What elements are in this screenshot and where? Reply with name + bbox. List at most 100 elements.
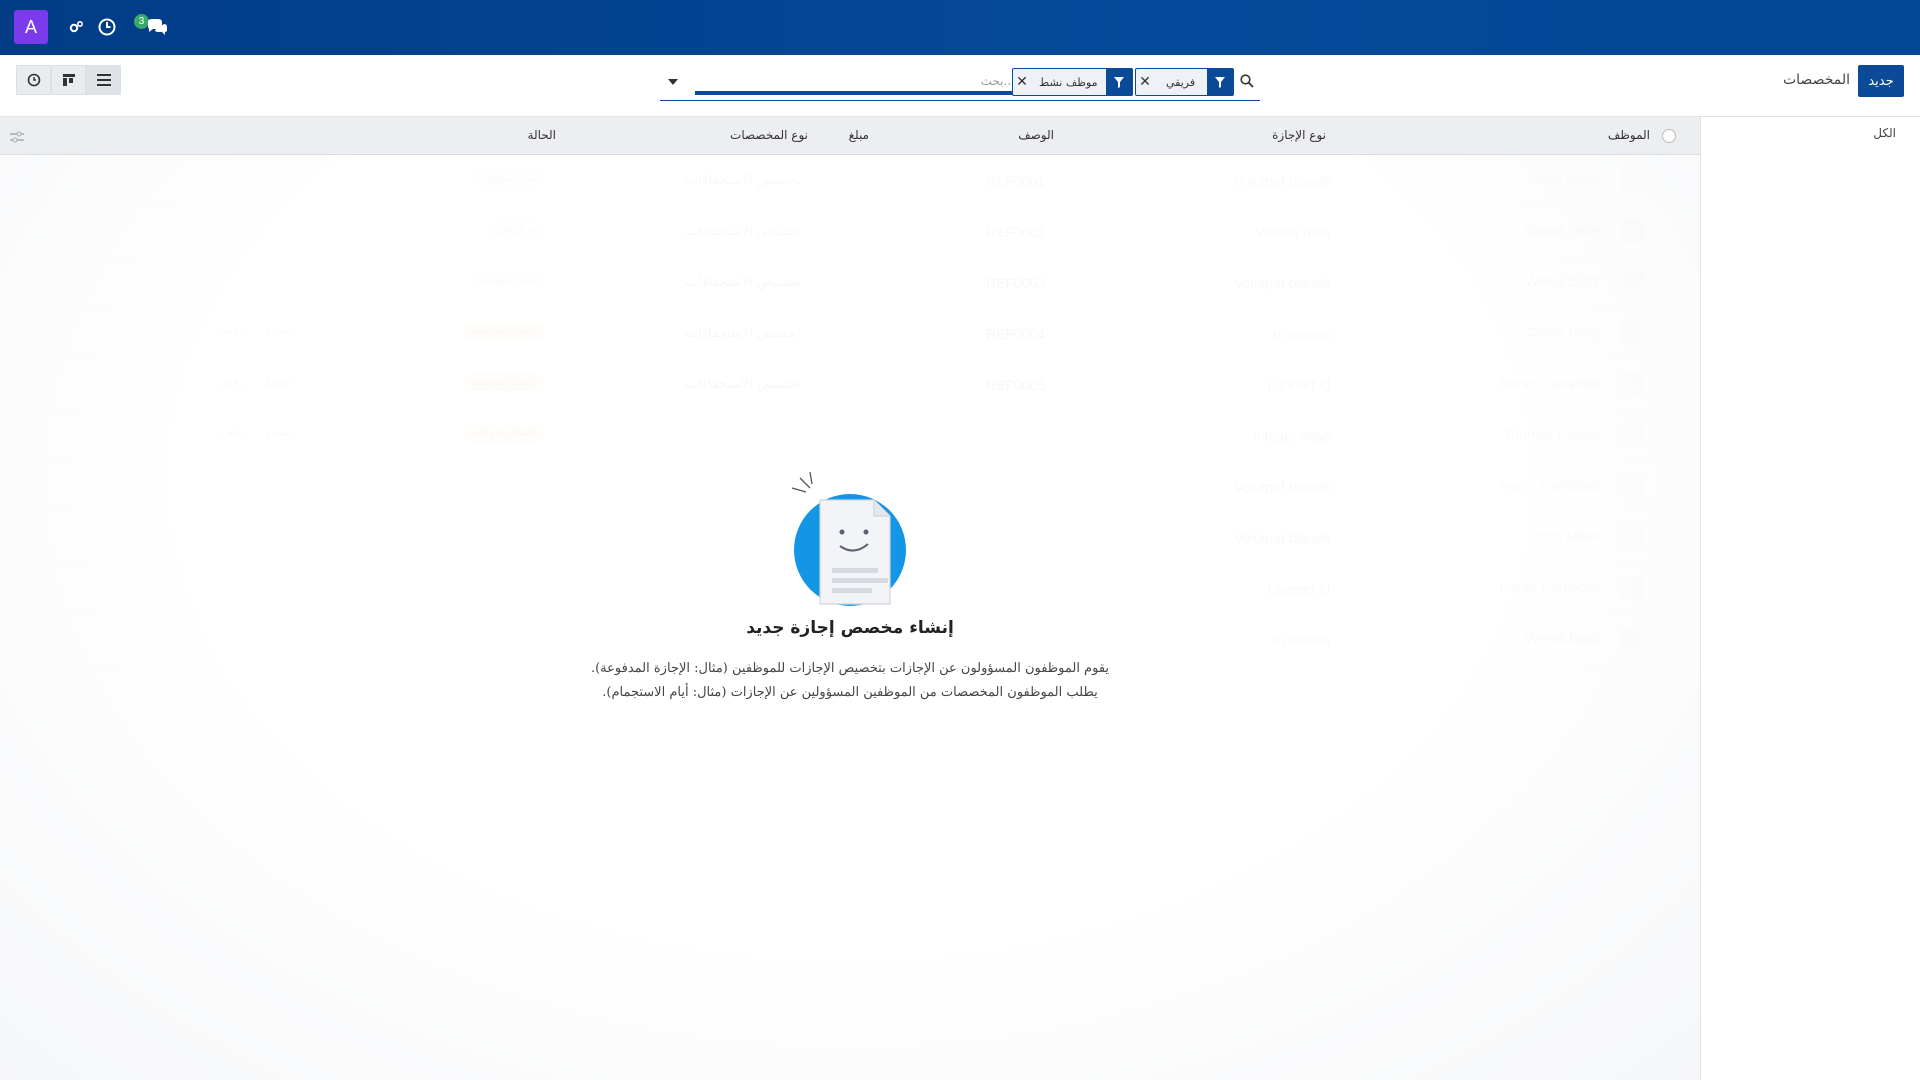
empty-state-line-2: يطلب الموظفون المخصصات من الموظفين المسؤ… <box>602 685 1098 700</box>
column-header-description[interactable]: الوصف <box>1018 128 1054 142</box>
employee-avatar <box>1621 219 1645 243</box>
filter-icon <box>1105 69 1132 95</box>
remove-facet-button[interactable]: ✕ <box>1136 69 1154 95</box>
refuse-button[interactable]: رفض <box>220 375 244 388</box>
column-header-amount[interactable]: مبلغ <box>849 128 869 142</box>
employee-name: John Miller <box>1532 171 1600 187</box>
leave-type: Volutpat blandit <box>1234 530 1330 546</box>
row-actions: رفض تصديق <box>220 324 293 337</box>
validate-button[interactable]: تصديق <box>262 375 293 388</box>
remove-facet-button[interactable]: ✕ <box>1013 69 1031 95</box>
row-actions: رفض تصديق <box>220 375 293 388</box>
table-header: الموظف نوع الإجازة الوصف مبلغ نوع المخصص… <box>0 117 1700 155</box>
clock-icon[interactable] <box>96 16 118 38</box>
kanban-view-button[interactable] <box>51 65 86 95</box>
employee-avatar <box>1621 627 1645 651</box>
validate-button[interactable]: تصديق <box>262 426 293 439</box>
column-header-leave-type[interactable]: نوع الإجازة <box>1272 128 1326 142</box>
empty-state-title: إنشاء مخصص إجازة جديد <box>746 618 954 638</box>
employee-name: John Miller <box>1532 528 1600 544</box>
status-badge: تم الرفض <box>488 221 545 238</box>
table-row[interactable]: Henry Campbell Laoreet id REF0005 تخصيص الا… <box>0 359 1700 410</box>
empty-state-line-1: يقوم الموظفون المسؤولون عن الإجازات بتخص… <box>590 661 1110 676</box>
optional-columns-icon[interactable] <box>10 128 24 147</box>
leave-type: Viverra nam <box>1254 224 1330 240</box>
table-row[interactable]: Carrie Helle Viverra nam REF0002 تخصيص الاس… <box>0 206 1700 257</box>
status-badge: بانتظار الموافقة <box>463 425 545 442</box>
kanban-icon <box>62 74 75 86</box>
search-facet-active-employee: ✕ موظف نشط <box>1012 68 1133 96</box>
search-facet-my-team: ✕ فريقي <box>1135 68 1235 96</box>
refuse-button[interactable]: رفض <box>220 324 244 337</box>
allocation-type: تخصيص الاستحقاقات <box>685 275 800 290</box>
document-smile-icon <box>791 471 906 606</box>
facet-label: فريقي <box>1166 75 1196 89</box>
column-header-allocation-type[interactable]: نوع المخصصات <box>730 128 808 142</box>
status-badge: تمت الموافقة <box>472 272 545 289</box>
search-input[interactable] <box>695 71 1015 95</box>
table-row[interactable]: Wendi Baltz Volutpat blandit REF0003 تخصيص … <box>0 257 1700 308</box>
allocation-type: تخصيص الاستحقاقات <box>685 377 800 392</box>
breadcrumb[interactable]: المخصصات <box>1783 72 1850 88</box>
employee-avatar <box>1621 372 1645 396</box>
description: REF0002 <box>985 224 1045 240</box>
select-all-checkbox[interactable] <box>1662 129 1676 143</box>
new-button[interactable]: جديد <box>1858 65 1904 97</box>
leave-type: Volutpat blandit <box>1234 173 1330 189</box>
table-row[interactable]: Thomas Passot Integer vitae بانتظار المواف… <box>0 410 1700 461</box>
table-row[interactable]: Carrie Helle In massa REF0004 تخصيص الاستحق… <box>0 308 1700 359</box>
description: REF0003 <box>985 275 1045 291</box>
chat-icon[interactable] <box>146 16 168 38</box>
top-navbar: A 3 <box>0 0 1920 55</box>
validate-button[interactable]: تصديق <box>262 324 293 337</box>
leave-type: Laoreet id <box>1267 581 1330 597</box>
list-icon <box>96 74 111 86</box>
description: REF0005 <box>985 377 1045 393</box>
leave-type: Volutpat blandit <box>1234 479 1330 495</box>
employee-name: Wendi Baltz <box>1525 630 1600 646</box>
employee-avatar <box>1621 321 1645 345</box>
search-options-toggle[interactable] <box>668 79 678 85</box>
employee-avatar <box>1621 576 1645 600</box>
employee-avatar <box>1621 423 1645 447</box>
search-bar: ✕ موظف نشط ✕ فريقي <box>660 65 1260 101</box>
employee-name: Carrie Helle <box>1526 222 1600 238</box>
column-header-employee[interactable]: الموظف <box>1608 128 1650 142</box>
leave-type: In massa <box>1273 632 1330 648</box>
column-header-state[interactable]: الحالة <box>528 128 556 142</box>
status-badge: تمت الموافقة <box>472 170 545 187</box>
empty-state-helper: إنشاء مخصص إجازة جديد يقوم الموظفون المس… <box>550 470 1150 702</box>
employee-avatar <box>1621 525 1645 549</box>
status-badge: بانتظار الموافقة <box>463 323 545 340</box>
list-view-button[interactable] <box>86 65 121 95</box>
allocation-type: تخصيص الاستحقاقات <box>685 326 800 341</box>
leave-type: Laoreet id <box>1267 377 1330 393</box>
settings-icon[interactable] <box>65 16 87 38</box>
row-actions: رفض تصديق <box>220 426 293 439</box>
employee-avatar <box>1621 168 1645 192</box>
clock-icon <box>27 73 40 87</box>
allocation-type: تخصيص الاستحقاقات <box>685 173 800 188</box>
leave-type: In massa <box>1273 326 1330 342</box>
filter-side-panel: الكل <box>1700 117 1920 1080</box>
view-switcher <box>16 65 121 95</box>
leave-type: Integer vitae <box>1252 428 1330 444</box>
employee-avatar <box>1621 474 1645 498</box>
employee-name: Henry Campbell <box>1499 477 1600 493</box>
employee-name: Wendi Baltz <box>1525 273 1600 289</box>
search-icon[interactable] <box>1240 73 1254 92</box>
allocation-type: تخصيص الاستحقاقات <box>685 224 800 239</box>
control-panel: جديد المخصصات ✕ موظف نشط ✕ فريقي <box>0 55 1920 117</box>
filter-icon <box>1207 69 1234 95</box>
description: REF0004 <box>985 326 1045 342</box>
employee-name: Carrie Helle <box>1526 324 1600 340</box>
refuse-button[interactable]: رفض <box>220 426 244 439</box>
table-row[interactable]: John Miller Volutpat blandit REF0001 تخصيص … <box>0 155 1700 206</box>
side-panel-item-all[interactable]: الكل <box>1873 126 1896 140</box>
user-avatar-button[interactable]: A <box>14 10 48 44</box>
employee-name: Henry Campbell <box>1499 375 1600 391</box>
description: REF0001 <box>985 173 1045 189</box>
activity-view-button[interactable] <box>16 65 51 95</box>
employee-name: Thomas Passot <box>1502 426 1600 442</box>
employee-avatar <box>1621 270 1645 294</box>
